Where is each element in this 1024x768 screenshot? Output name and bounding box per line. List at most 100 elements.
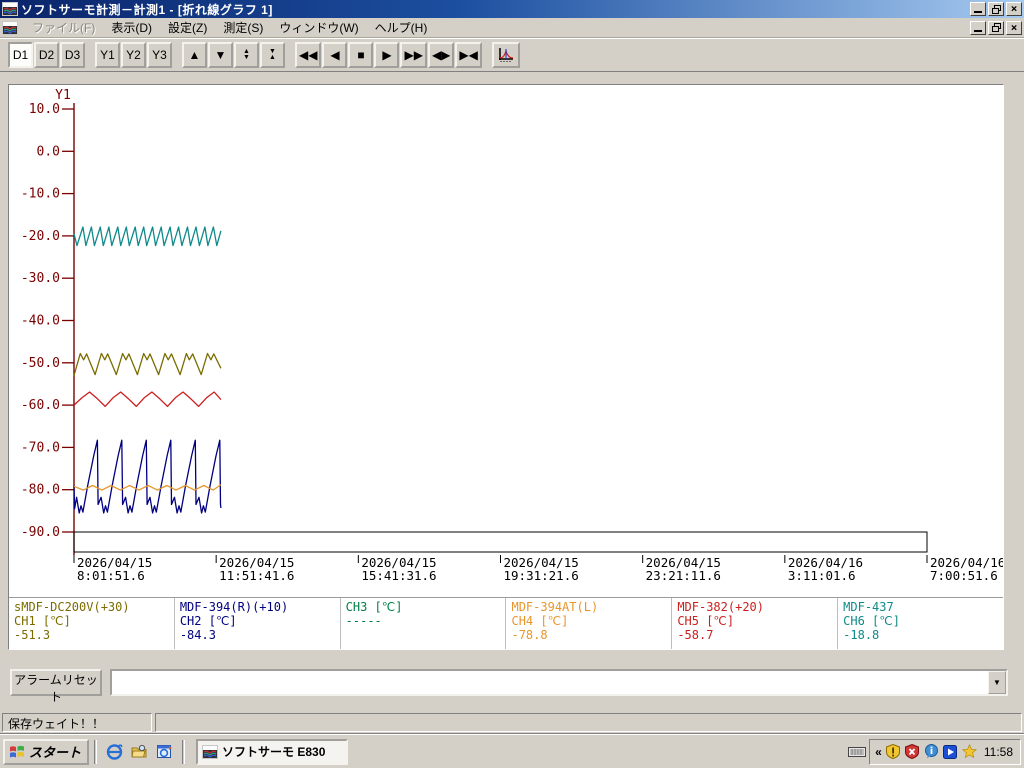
legend-cell-ch4: MDF-394AT(L)CH4 [℃]-78.8 (506, 598, 672, 649)
legend-channel-label: CH4 [℃] (511, 614, 671, 628)
legend-channel-value: -18.8 (843, 628, 1003, 642)
legend-cell-ch6: MDF-437CH6 [℃]-18.8 (838, 598, 1003, 649)
legend-channel-value: ----- (346, 614, 506, 628)
taskbar: スタート ソフトサーモ E830 « (0, 734, 1024, 768)
expand-horizontal-button[interactable]: ◀▶ (428, 42, 454, 68)
close-icon: × (1011, 4, 1018, 14)
start-button[interactable]: スタート (3, 739, 89, 765)
legend-channel-label: CH1 [℃] (14, 614, 174, 628)
menu-window[interactable]: ウィンドウ(W) (271, 17, 366, 38)
tray-expand-chevron[interactable]: « (875, 745, 882, 759)
legend-channel-label: CH3 [℃] (346, 600, 506, 614)
alarm-combobox-value[interactable] (112, 671, 988, 694)
d2-button[interactable]: D2 (34, 42, 59, 68)
rewind-button[interactable]: ◀◀ (295, 42, 321, 68)
legend-channel-name: MDF-394AT(L) (511, 600, 671, 614)
series-line-ch1 (74, 354, 221, 376)
y1-button[interactable]: Y1 (95, 42, 120, 68)
security-alert-shield-icon[interactable] (905, 744, 920, 759)
legend-cell-ch2: MDF-394(R)(+10)CH2 [℃]-84.3 (175, 598, 341, 649)
fast-forward-button[interactable]: ▶▶ (400, 42, 426, 68)
mdi-minimize-button[interactable] (970, 21, 986, 35)
mdi-restore-button[interactable] (988, 21, 1004, 35)
legend-cell-ch5: MDF-382(+20)CH5 [℃]-58.7 (672, 598, 838, 649)
task-app-icon (202, 745, 218, 759)
restore-button[interactable] (988, 2, 1004, 16)
app-icon (2, 2, 18, 16)
mdi-close-button[interactable]: × (1006, 21, 1022, 35)
x-tick-time: 8:01:51.6 (77, 568, 145, 583)
legend-channel-name: MDF-382(+20) (677, 600, 837, 614)
y-tick-label: -50.0 (21, 356, 60, 371)
step-forward-button[interactable]: ▶ (374, 42, 399, 68)
menu-help[interactable]: ヘルプ(H) (367, 17, 436, 38)
language-bar-keyboard-icon[interactable] (845, 740, 869, 764)
close-button[interactable]: × (1006, 2, 1022, 16)
start-button-label: スタート (29, 742, 81, 761)
menu-file[interactable]: ファイル(F) (24, 17, 103, 38)
menu-bar: ファイル(F) 表示(D) 設定(Z) 測定(S) ウィンドウ(W) ヘルプ(H… (0, 18, 1024, 38)
x-tick-time: 23:21:11.6 (646, 568, 721, 583)
x-tick-time: 19:31:21.6 (504, 568, 579, 583)
mdi-child-icon[interactable] (2, 21, 18, 35)
d3-button[interactable]: D3 (60, 42, 85, 68)
legend-cell-ch3: CH3 [℃]----- (341, 598, 507, 649)
task-button-softthermo[interactable]: ソフトサーモ E830 (196, 739, 348, 765)
graph-panel: Y110.00.0-10.0-20.0-30.0-40.0-50.0-60.0-… (8, 84, 1004, 650)
y-tick-label: 10.0 (29, 102, 60, 117)
legend-channel-label: CH5 [℃] (677, 614, 837, 628)
legend-channel-name: MDF-437 (843, 600, 1003, 614)
title-bar: ソフトサーモ計測－計測1 - [折れ線グラフ 1] × (0, 0, 1024, 18)
graph-view-button[interactable] (492, 42, 520, 68)
status-message: 保存ウェイト！！ (2, 713, 152, 732)
y-tick-label: -20.0 (21, 229, 60, 244)
alarm-reset-button[interactable]: アラームリセット (10, 669, 102, 696)
series-line-ch5 (74, 392, 221, 406)
channel-legend: sMDF-DC200V(+30)CH1 [℃]-51.3MDF-394(R)(+… (9, 597, 1003, 649)
alarm-row: アラームリセット ▼ (8, 664, 1010, 702)
d1-button[interactable]: D1 (8, 42, 33, 68)
y2-button[interactable]: Y2 (121, 42, 146, 68)
y-tick-label: -60.0 (21, 398, 60, 413)
legend-cell-ch1: sMDF-DC200V(+30)CH1 [℃]-51.3 (9, 598, 175, 649)
star-status-icon[interactable] (962, 744, 977, 759)
taskbar-divider (182, 740, 185, 764)
info-balloon-icon[interactable] (924, 744, 939, 759)
y-tick-label: 0.0 (37, 144, 60, 159)
legend-channel-value: -51.3 (14, 628, 174, 642)
line-chart: Y110.00.0-10.0-20.0-30.0-40.0-50.0-60.0-… (9, 85, 1003, 597)
quick-launch-ie-icon[interactable] (106, 743, 123, 760)
system-tray: « 11:58 (869, 739, 1021, 765)
legend-channel-value: -78.8 (511, 628, 671, 642)
stop-button[interactable]: ■ (348, 42, 373, 68)
mdi-restore-icon (992, 23, 1001, 32)
menu-settings[interactable]: 設定(Z) (160, 17, 215, 38)
status-bar: 保存ウェイト！！ (0, 710, 1024, 734)
graph-icon (497, 47, 515, 63)
quick-launch-bar (102, 743, 177, 760)
minimize-button[interactable] (970, 2, 986, 16)
windows-logo-icon (9, 744, 25, 760)
compress-vertical-button[interactable]: ▼ ▲ (260, 42, 285, 68)
compress-horizontal-button[interactable]: ▶◀ (455, 42, 481, 68)
step-back-button[interactable]: ◀ (322, 42, 347, 68)
alarm-combobox[interactable]: ▼ (110, 669, 1008, 696)
x-tick-time: 7:00:51.6 (930, 568, 998, 583)
pan-up-button[interactable]: ▲ (182, 42, 207, 68)
pan-down-button[interactable]: ▼ (208, 42, 233, 68)
media-player-icon[interactable] (943, 744, 958, 759)
y3-button[interactable]: Y3 (147, 42, 172, 68)
legend-channel-value: -84.3 (180, 628, 340, 642)
series-line-ch2 (74, 440, 221, 513)
client-area: Y110.00.0-10.0-20.0-30.0-40.0-50.0-60.0-… (0, 72, 1024, 710)
quick-launch-window-icon[interactable] (156, 743, 173, 760)
legend-channel-name: MDF-394(R)(+10) (180, 600, 340, 614)
menu-measure[interactable]: 測定(S) (215, 17, 271, 38)
taskbar-divider (94, 740, 97, 764)
y-tick-label: -30.0 (21, 271, 60, 286)
combobox-dropdown-button[interactable]: ▼ (988, 671, 1006, 694)
menu-view[interactable]: 表示(D) (103, 17, 160, 38)
expand-vertical-button[interactable]: ▲ ▼ (234, 42, 259, 68)
quick-launch-folder-icon[interactable] (131, 743, 148, 760)
security-warning-shield-icon[interactable] (886, 744, 901, 759)
